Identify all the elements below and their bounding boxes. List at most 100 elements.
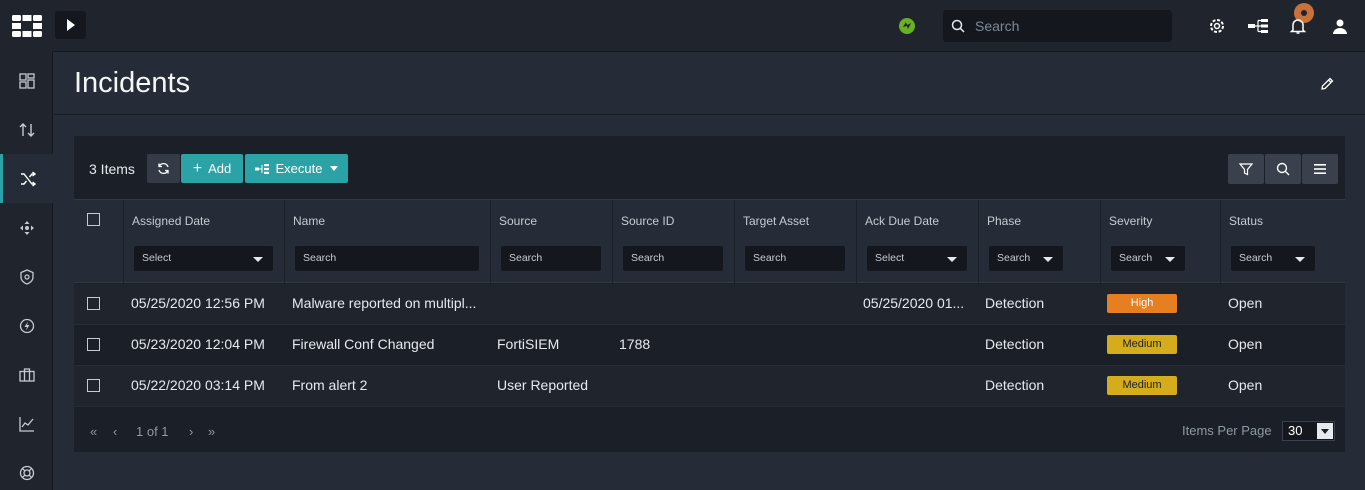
sidebar xyxy=(0,52,53,490)
name-filter[interactable]: Search xyxy=(295,246,479,271)
plus-icon: + xyxy=(192,159,203,177)
chevron-down-icon xyxy=(330,166,339,171)
column-phase[interactable]: Phase Search xyxy=(979,200,1101,284)
column-status[interactable]: Status Search xyxy=(1221,200,1345,284)
sidebar-toggle-button[interactable] xyxy=(55,11,86,39)
gear-icon[interactable] xyxy=(1207,16,1227,36)
filter-icon xyxy=(1239,163,1253,176)
cell-source-id: 1788 xyxy=(619,336,651,352)
chevron-down-icon xyxy=(1165,257,1175,262)
page-title: Incidents xyxy=(74,67,191,99)
source-id-filter[interactable]: Search xyxy=(623,246,723,271)
ack-due-date-filter[interactable]: Select xyxy=(867,246,967,271)
next-page-icon[interactable]: › xyxy=(189,424,193,439)
chevron-down-icon xyxy=(947,257,957,262)
last-page-icon[interactable]: » xyxy=(208,424,215,439)
header-select-all xyxy=(74,200,124,284)
table-header: Assigned Date Select Name Search Source … xyxy=(74,199,1345,284)
logo-icon xyxy=(11,15,42,37)
user-icon[interactable] xyxy=(1330,16,1350,36)
row-checkbox[interactable] xyxy=(87,338,100,351)
grid-footer: « ‹ 1 of 1 › » Items Per Page 30 xyxy=(74,407,1345,452)
column-severity[interactable]: Severity Search xyxy=(1101,200,1221,284)
table-row[interactable]: 05/22/2020 03:14 PM From alert 2 User Re… xyxy=(74,366,1345,407)
sidebar-item-queue[interactable] xyxy=(0,105,53,154)
column-ack-due-date[interactable]: Ack Due Date Select xyxy=(857,200,979,284)
first-page-icon[interactable]: « xyxy=(90,424,97,439)
cell-name[interactable]: Malware reported on multipl... xyxy=(292,295,487,311)
prev-page-icon[interactable]: ‹ xyxy=(113,424,117,439)
column-target-asset[interactable]: Target Asset Search xyxy=(735,200,857,284)
shield-icon xyxy=(19,268,34,285)
menu-icon xyxy=(1314,164,1326,174)
incidents-grid-panel: 3 Items + Add Execute Assigned Date Sele… xyxy=(74,136,1345,452)
shuffle-icon xyxy=(21,170,36,187)
cell-source: FortiSIEM xyxy=(497,336,560,352)
search-icon xyxy=(951,19,965,38)
column-assigned-date[interactable]: Assigned Date Select xyxy=(124,200,285,284)
filter-button[interactable] xyxy=(1228,154,1264,184)
items-count: 3 Items xyxy=(89,161,135,177)
pencil-icon[interactable] xyxy=(1320,77,1334,96)
network-icon[interactable] xyxy=(1248,16,1268,36)
page-header: Incidents xyxy=(54,53,1365,115)
cell-assigned-date: 05/22/2020 03:14 PM xyxy=(131,377,265,393)
sidebar-item-reports[interactable] xyxy=(0,399,53,448)
move-icon xyxy=(19,220,34,235)
cell-phase: Detection xyxy=(985,295,1045,311)
row-checkbox[interactable] xyxy=(87,379,100,392)
execute-button[interactable]: Execute xyxy=(245,154,348,183)
refresh-button[interactable] xyxy=(147,154,180,183)
sidebar-item-assets[interactable] xyxy=(0,350,53,399)
add-button-label: Add xyxy=(208,161,232,176)
bolt-icon xyxy=(19,318,34,333)
severity-badge: High xyxy=(1107,294,1177,313)
top-bar xyxy=(0,0,1365,52)
table-row[interactable]: 05/23/2020 12:04 PM Firewall Conf Change… xyxy=(74,325,1345,366)
column-menu-button[interactable] xyxy=(1302,154,1338,184)
cell-assigned-date: 05/23/2020 12:04 PM xyxy=(131,336,265,352)
target-asset-filter[interactable]: Search xyxy=(745,246,845,271)
cell-name[interactable]: Firewall Conf Changed xyxy=(292,336,487,352)
table-row[interactable]: 05/25/2020 12:56 PM Malware reported on … xyxy=(74,284,1345,325)
briefcase-icon xyxy=(18,367,35,382)
chevron-down-icon xyxy=(253,257,263,262)
dashboard-icon xyxy=(18,72,35,89)
source-filter[interactable]: Search xyxy=(501,246,601,271)
column-name[interactable]: Name Search xyxy=(285,200,491,284)
cell-source: User Reported xyxy=(497,377,589,393)
status-filter[interactable]: Search xyxy=(1231,246,1315,271)
severity-filter[interactable]: Search xyxy=(1111,246,1185,271)
connection-status-icon[interactable] xyxy=(897,16,917,36)
column-source-id[interactable]: Source ID Search xyxy=(613,200,735,284)
cell-phase: Detection xyxy=(985,336,1045,352)
support-icon xyxy=(19,465,34,480)
items-per-page-select[interactable]: 30 xyxy=(1282,421,1335,441)
row-checkbox[interactable] xyxy=(87,297,100,310)
column-source[interactable]: Source Search xyxy=(491,200,613,284)
sidebar-item-help[interactable] xyxy=(0,448,53,490)
global-search[interactable] xyxy=(943,10,1172,42)
assigned-date-filter[interactable]: Select xyxy=(134,246,273,271)
cell-assigned-date: 05/25/2020 12:56 PM xyxy=(131,295,265,311)
fortinet-logo[interactable] xyxy=(0,0,53,52)
items-per-page-label: Items Per Page xyxy=(1182,423,1272,438)
sidebar-item-automation[interactable] xyxy=(0,203,53,252)
sidebar-item-security[interactable] xyxy=(0,252,53,301)
cell-name[interactable]: From alert 2 xyxy=(292,377,487,393)
bell-icon[interactable] xyxy=(1288,16,1308,36)
cell-status: Open xyxy=(1228,377,1263,393)
phase-filter[interactable]: Search xyxy=(989,246,1063,271)
add-button[interactable]: + Add xyxy=(181,154,243,183)
sidebar-item-dashboard[interactable] xyxy=(0,56,53,105)
sidebar-item-incidents[interactable] xyxy=(0,154,53,203)
search-icon xyxy=(1276,162,1290,176)
chevron-down-icon xyxy=(1043,257,1053,262)
chevron-down-icon xyxy=(1295,257,1305,262)
select-all-checkbox[interactable] xyxy=(87,213,100,226)
execute-icon xyxy=(254,163,269,174)
cell-status: Open xyxy=(1228,295,1263,311)
global-search-input[interactable] xyxy=(975,10,1165,42)
sidebar-item-actions[interactable] xyxy=(0,301,53,350)
search-button[interactable] xyxy=(1265,154,1301,184)
